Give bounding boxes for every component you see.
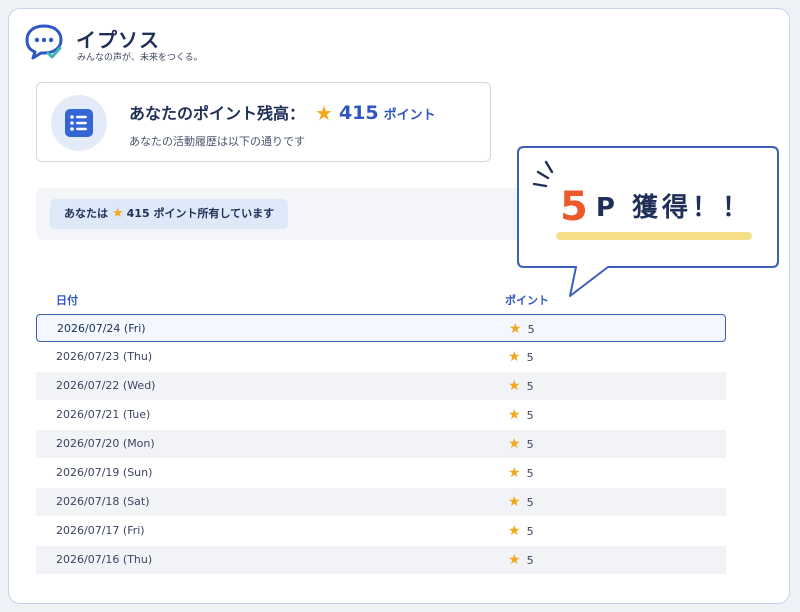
balance-heading-label: あなたのポイント残高： (129, 104, 306, 123)
star-icon: ★ (508, 523, 521, 539)
chat-bubble-check-icon (24, 22, 64, 62)
app-title: イプソス (76, 28, 160, 52)
star-icon: ★ (508, 378, 521, 394)
row-date: 2026/07/23 (Thu) (56, 350, 153, 363)
table-row[interactable]: 2026/07/18 (Sat) ★ 5 (36, 488, 726, 516)
table-row[interactable]: 2026/07/23 (Thu) ★ 5 (36, 343, 726, 371)
row-date: 2026/07/17 (Fri) (56, 524, 145, 537)
row-points-value: 5 (526, 496, 534, 509)
star-icon: ★ (315, 101, 333, 125)
star-icon: ★ (508, 465, 521, 481)
balance-heading: あなたのポイント残高： ★ 415 ポイント (129, 100, 436, 125)
row-date: 2026/07/24 (Fri) (57, 322, 146, 335)
column-header-points: ポイント (505, 294, 549, 307)
row-points: ★ 5 (508, 436, 534, 452)
star-icon: ★ (508, 552, 521, 568)
balance-points: 415 (338, 102, 379, 124)
row-points-value: 5 (527, 323, 535, 336)
summary-prefix: あなたは (64, 207, 108, 220)
star-icon: ★ (508, 494, 521, 510)
row-date: 2026/07/21 (Tue) (56, 408, 151, 421)
points-balance-card: あなたのポイント残高： ★ 415 ポイント あなたの活動履歴は以下の通りです (36, 82, 491, 162)
table-row[interactable]: 2026/07/22 (Wed) ★ 5 (36, 372, 726, 400)
star-icon: ★ (508, 349, 521, 365)
column-header-date: 日付 (56, 294, 78, 307)
balance-unit: ポイント (383, 108, 436, 123)
row-points: ★ 5 (509, 321, 535, 337)
table-row[interactable]: 2026/07/20 (Mon) ★ 5 (36, 430, 726, 458)
row-date: 2026/07/22 (Wed) (56, 379, 156, 392)
row-points: ★ 5 (508, 494, 534, 510)
summary-suffix: ポイント所有しています (153, 207, 275, 220)
points-summary-badge: あなたは ★ 415 ポイント所有しています (50, 199, 289, 229)
table-row[interactable]: 2026/07/17 (Fri) ★ 5 (36, 517, 726, 545)
row-points-value: 5 (526, 525, 534, 538)
row-date: 2026/07/19 (Sun) (56, 466, 153, 479)
row-points: ★ 5 (508, 349, 534, 365)
star-icon: ★ (508, 436, 521, 452)
star-icon: ★ (509, 321, 522, 337)
table-row[interactable]: 2026/07/19 (Sun) ★ 5 (36, 459, 726, 487)
summary-points: 415 (126, 207, 150, 220)
tagline: みんなの声が、未来をつくる。 (77, 53, 203, 63)
row-points-value: 5 (526, 554, 534, 567)
list-icon (51, 95, 107, 151)
table-row[interactable]: 2026/07/21 (Tue) ★ 5 (36, 401, 726, 429)
row-points-value: 5 (526, 467, 534, 480)
points-earned-callout: 5P 獲得！！ (516, 146, 780, 300)
star-icon: ★ (508, 407, 521, 423)
summary-strip: あなたは ★ 415 ポイント所有しています (36, 188, 542, 240)
callout-text: 5P 獲得！！ (560, 184, 752, 230)
callout-highlight (556, 232, 752, 240)
callout-label: P 獲得！！ (595, 193, 752, 223)
callout-number: 5 (560, 184, 588, 230)
row-points-value: 5 (526, 438, 534, 451)
balance-subtitle: あなたの活動履歴は以下の通りです (129, 135, 305, 148)
table-row[interactable]: 2026/07/16 (Thu) ★ 5 (36, 546, 726, 574)
row-date: 2026/07/20 (Mon) (56, 437, 155, 450)
row-points-value: 5 (526, 351, 534, 364)
row-points: ★ 5 (508, 552, 534, 568)
row-points: ★ 5 (508, 378, 534, 394)
table-row[interactable]: 2026/07/24 (Fri) ★ 5 (36, 314, 726, 342)
row-points-value: 5 (526, 409, 534, 422)
row-date: 2026/07/18 (Sat) (56, 495, 150, 508)
row-points: ★ 5 (508, 407, 534, 423)
row-date: 2026/07/16 (Thu) (56, 553, 153, 566)
star-icon: ★ (112, 206, 124, 221)
row-points: ★ 5 (508, 465, 534, 481)
row-points-value: 5 (526, 380, 534, 393)
row-points: ★ 5 (508, 523, 534, 539)
